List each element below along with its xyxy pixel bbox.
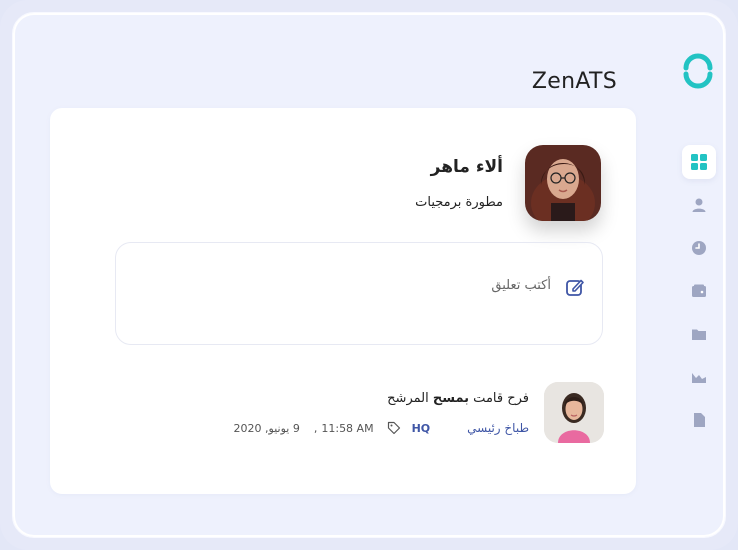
activity-separator: ,: [313, 421, 318, 435]
sidebar-item-documents[interactable]: [682, 403, 716, 437]
activity-object: المرشح: [387, 391, 433, 406]
profile-avatar: [525, 145, 601, 221]
activity-meta: طباخ رئيسي HQ 11:58 AM , 9 يونيو, 2020: [200, 421, 529, 435]
sidebar-item-folder[interactable]: [682, 317, 716, 351]
tag-icon: [387, 421, 400, 435]
activity-actor: فرح: [507, 391, 529, 406]
sidebar-nav: [682, 145, 716, 446]
edit-icon: [566, 279, 584, 296]
zenats-logo-icon: [683, 53, 713, 89]
profile-card: ألاء ماهر مطورة برمجيات أكتب تعليق فرح ق…: [50, 108, 636, 494]
activity-location: HQ: [411, 421, 431, 435]
user-icon: [692, 198, 706, 212]
profile-role: مطورة برمجيات: [415, 195, 503, 210]
activity-avatar: [544, 382, 604, 443]
folder-icon: [692, 329, 706, 340]
sidebar-item-dashboard[interactable]: [682, 145, 716, 179]
profile-name: ألاء ماهر: [430, 157, 503, 177]
comment-placeholder: أكتب تعليق: [491, 278, 551, 293]
activity-action: بمسح: [432, 391, 470, 406]
sidebar-item-reports[interactable]: [682, 360, 716, 394]
profile-photo-image: [525, 145, 601, 221]
sidebar-item-history[interactable]: [682, 231, 716, 265]
dashboard-icon: [691, 154, 707, 170]
activity-verb: قامت: [469, 391, 508, 406]
activity-text: فرح قامت بمسح المرشح: [387, 391, 529, 406]
activity-author-link[interactable]: طباخ رئيسي: [467, 421, 529, 435]
chart-icon: [692, 373, 706, 383]
sidebar-item-users[interactable]: [682, 188, 716, 222]
sidebar-item-wallet[interactable]: [682, 274, 716, 308]
comment-input-box[interactable]: أكتب تعليق: [115, 242, 603, 345]
activity-photo-image: [544, 382, 604, 443]
activity-date: 9 يونيو, 2020: [233, 421, 300, 435]
app-title: ZenATS: [531, 69, 617, 94]
clock-icon: [692, 241, 706, 255]
document-icon: [694, 413, 705, 427]
wallet-icon: [692, 284, 706, 297]
app-window: ZenATS ألاء ماهر مطورة برمجيات أكتب تعلي…: [12, 12, 726, 538]
activity-time: 11:58 AM: [321, 421, 374, 435]
